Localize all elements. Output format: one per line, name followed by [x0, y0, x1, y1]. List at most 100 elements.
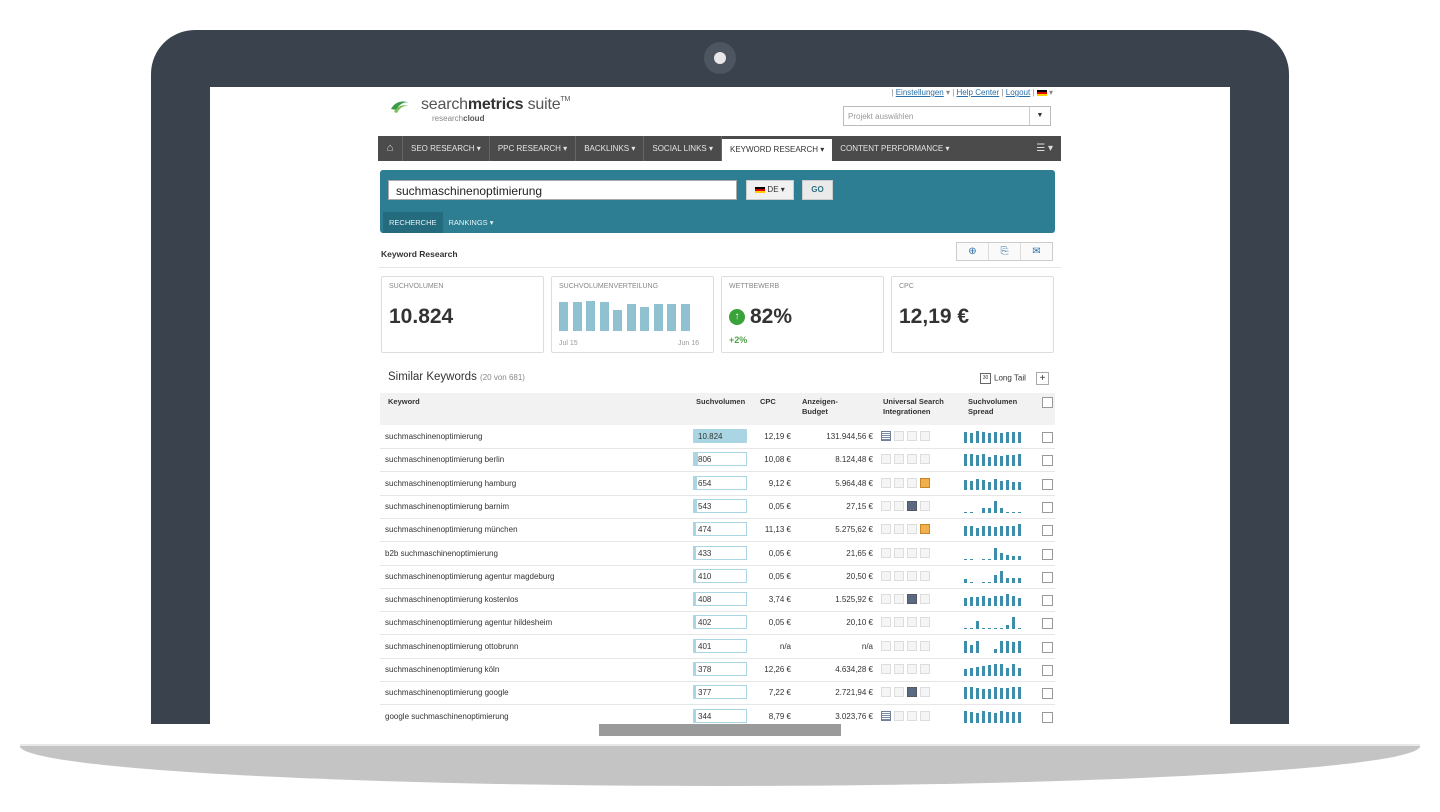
keyword-cell[interactable]: suchmaschinenoptimierung berlin: [385, 455, 504, 464]
search-volume-value: 401: [698, 641, 712, 651]
keyword-cell[interactable]: suchmaschinenoptimierung hamburg: [385, 479, 516, 488]
image-icon: [894, 524, 904, 535]
long-tail-toggle[interactable]: 30 Long Tail: [980, 373, 1026, 384]
spread-bar: [970, 597, 973, 607]
spread-bar: [1018, 687, 1021, 700]
row-checkbox[interactable]: [1042, 641, 1053, 653]
keyword-cell[interactable]: suchmaschinenoptimierung kostenlos: [385, 595, 518, 604]
spread-bar: [1000, 664, 1003, 676]
table-row[interactable]: suchmaschinenoptimierung barnim 543 0,05 €…: [380, 495, 1055, 519]
add-icon[interactable]: ⊕: [957, 243, 989, 260]
settings-link[interactable]: Einstellungen: [896, 88, 944, 97]
row-checkbox[interactable]: [1042, 665, 1053, 676]
tab-recherche[interactable]: RECHERCHE: [383, 212, 443, 233]
keyword-cell[interactable]: suchmaschinenoptimierung google: [385, 688, 509, 697]
spread-bar: [1018, 577, 1021, 583]
flag-germany-icon[interactable]: [1036, 89, 1047, 96]
table-row[interactable]: b2b suchmaschinenoptimierung 433 0,05 € 21,…: [380, 542, 1055, 566]
nav-seo-research[interactable]: SEO RESEARCH ▾: [403, 136, 490, 161]
nav-ppc-research[interactable]: PPC RESEARCH ▾: [490, 136, 577, 161]
spread-bar: [1000, 628, 1003, 630]
chevron-down-icon[interactable]: ▼: [1029, 107, 1050, 125]
col-keyword[interactable]: Keyword: [388, 397, 420, 407]
row-checkbox[interactable]: [1042, 432, 1053, 443]
project-select[interactable]: Projekt auswählen ▼: [843, 106, 1051, 126]
table-row[interactable]: suchmaschinenoptimierung kostenlos 408 3,7…: [380, 588, 1055, 613]
video-icon: [907, 664, 917, 674]
keyword-cell[interactable]: google suchmaschinenoptimierung: [385, 712, 509, 721]
keyword-cell[interactable]: suchmaschinenoptimierung agentur magdebu…: [385, 572, 554, 581]
table-row[interactable]: suchmaschinenoptimierung agentur hildesh…: [380, 611, 1055, 636]
map-icon: [920, 454, 930, 465]
row-checkbox[interactable]: [1042, 478, 1053, 490]
table-row[interactable]: suchmaschinenoptimierung köln 378 12,26 € 4…: [380, 658, 1055, 682]
image-icon: [894, 617, 904, 628]
col-universal-search[interactable]: Universal Search Integrationen: [883, 397, 944, 417]
spread-bar: [1006, 668, 1009, 676]
spread-bar: [1000, 456, 1003, 467]
keyword-cell[interactable]: suchmaschinenoptimierung barnim: [385, 502, 509, 511]
row-checkbox[interactable]: [1042, 548, 1053, 560]
row-checkbox[interactable]: [1042, 455, 1053, 467]
nav-keyword-research[interactable]: KEYWORD RESEARCH ▾: [722, 139, 833, 161]
arrow-up-icon: ↑: [729, 309, 745, 326]
col-spread[interactable]: Suchvolumen Spread: [968, 397, 1017, 417]
nav-content-performance[interactable]: CONTENT PERFORMANCE ▾: [832, 136, 957, 161]
table-row[interactable]: suchmaschinenoptimierung berlin 806 10,08 …: [380, 448, 1055, 473]
col-search-volume[interactable]: Suchvolumen: [696, 397, 745, 407]
spread-sparkline: [964, 592, 1024, 607]
go-button[interactable]: GO: [802, 180, 833, 200]
budget-cell: 1.525,92 €: [835, 595, 873, 605]
add-button[interactable]: +: [1036, 372, 1049, 385]
nav-backlinks[interactable]: BACKLINKS ▾: [576, 136, 645, 161]
list-menu-icon[interactable]: ☰ ▾: [1036, 143, 1061, 154]
tab-rankings[interactable]: RANKINGS ▾: [443, 212, 500, 233]
keyword-cell[interactable]: suchmaschinenoptimierung ottobrunn: [385, 642, 518, 651]
row-checkbox[interactable]: [1042, 711, 1053, 723]
keyword-cell[interactable]: suchmaschinenoptimierung köln: [385, 665, 499, 674]
keyword-search-input[interactable]: suchmaschinenoptimierung: [388, 180, 737, 200]
home-icon[interactable]: ⌂: [378, 136, 403, 161]
video-icon: [907, 454, 917, 465]
col-budget[interactable]: Anzeigen- Budget: [802, 397, 838, 417]
video-icon: [907, 500, 917, 511]
row-checkbox[interactable]: [1042, 595, 1053, 607]
keyword-cell[interactable]: b2b suchmaschinenoptimierung: [385, 549, 498, 558]
universal-search-icons: [881, 477, 930, 488]
spread-bar: [994, 574, 997, 583]
table-row[interactable]: suchmaschinenoptimierung google 377 7,22 €…: [380, 681, 1055, 706]
spread-bar: [1018, 524, 1021, 537]
news-icon: [881, 454, 891, 465]
mail-icon[interactable]: ✉: [1021, 243, 1052, 260]
row-checkbox[interactable]: [1042, 618, 1053, 630]
logout-link[interactable]: Logout: [1006, 88, 1030, 97]
spread-bar: [1012, 641, 1015, 653]
table-row[interactable]: suchmaschinenoptimierung hamburg 654 9,12 …: [380, 472, 1055, 496]
row-checkbox[interactable]: [1042, 571, 1053, 583]
table-row[interactable]: suchmaschinenoptimierung ottobrunn 401 n/a…: [380, 635, 1055, 659]
spread-bar: [988, 665, 991, 676]
help-center-link[interactable]: Help Center: [957, 88, 1000, 97]
nav-social-links[interactable]: SOCIAL LINKS ▾: [644, 136, 722, 161]
pdf-icon[interactable]: ⎘: [989, 243, 1021, 260]
row-checkbox[interactable]: [1042, 525, 1053, 537]
select-all-checkbox[interactable]: [1042, 397, 1053, 408]
table-row[interactable]: suchmaschinenoptimierung agentur magdebu…: [380, 565, 1055, 589]
spread-bar: [1006, 640, 1009, 653]
table-row[interactable]: google suchmaschinenoptimierung 344 8,79 €…: [380, 705, 1055, 724]
budget-cell: 20,50 €: [846, 571, 873, 581]
row-checkbox[interactable]: [1042, 688, 1053, 700]
video-icon: [907, 640, 917, 651]
keyword-cell[interactable]: suchmaschinenoptimierung agentur hildesh…: [385, 618, 552, 627]
spread-bar: [988, 558, 991, 560]
language-select[interactable]: DE ▾: [746, 180, 794, 200]
spread-bar: [964, 511, 967, 513]
row-checkbox[interactable]: [1042, 501, 1053, 513]
keyword-cell[interactable]: suchmaschinenoptimierung: [385, 432, 482, 441]
table-row[interactable]: suchmaschinenoptimierung münchen 474 11,13…: [380, 518, 1055, 543]
col-cpc[interactable]: CPC: [760, 397, 776, 407]
spread-bar: [976, 431, 979, 443]
table-row[interactable]: suchmaschinenoptimierung 10.824 12,19 € 131…: [380, 425, 1055, 449]
image-icon: [894, 594, 904, 605]
keyword-cell[interactable]: suchmaschinenoptimierung münchen: [385, 525, 518, 534]
